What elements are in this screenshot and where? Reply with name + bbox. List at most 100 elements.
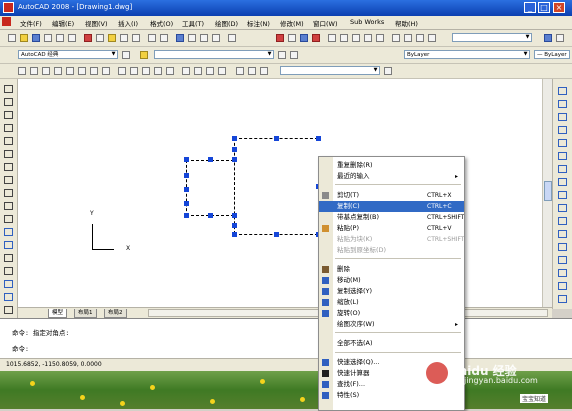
baseline-icon[interactable] (130, 67, 138, 75)
menu-item[interactable]: 复制选择(Y) (319, 286, 464, 297)
menu-item[interactable]: 剪切(T) CTRL+X (319, 190, 464, 201)
grip[interactable] (208, 213, 213, 218)
hyperlink-icon[interactable] (416, 34, 424, 42)
menu-item[interactable]: 旋转(O) (319, 308, 464, 319)
stretch-icon[interactable] (558, 191, 567, 199)
menu-dimension[interactable]: 标注(N) (247, 18, 270, 28)
color-combo[interactable]: ByLayer ▼ (404, 50, 530, 59)
menu-subworks[interactable]: Sub Works (350, 18, 384, 26)
zoom-window-icon[interactable] (200, 34, 208, 42)
layer-properties-icon[interactable] (140, 51, 148, 59)
jogged-linear-icon[interactable] (218, 67, 226, 75)
help-icon[interactable] (428, 34, 436, 42)
region-icon[interactable] (4, 293, 13, 301)
menu-item[interactable]: 最近的输入 ▸ (319, 171, 464, 182)
grip[interactable] (232, 157, 237, 162)
menu-format[interactable]: 格式(O) (150, 18, 173, 28)
grip[interactable] (232, 213, 237, 218)
ordinate-icon[interactable] (54, 67, 62, 75)
menu-modify[interactable]: 修改(M) (280, 18, 304, 28)
document-icon[interactable] (2, 17, 11, 26)
polygon-icon[interactable] (4, 124, 13, 132)
markup-icon[interactable] (312, 34, 320, 42)
properties-icon[interactable] (228, 34, 236, 42)
join-icon[interactable] (558, 256, 567, 264)
extend-icon[interactable] (558, 217, 567, 225)
dim-edit-icon[interactable] (236, 67, 244, 75)
match-prop-icon[interactable] (120, 34, 128, 42)
insert-block-icon[interactable] (4, 228, 13, 236)
zoom-previous-icon[interactable] (212, 34, 220, 42)
continue-icon[interactable] (142, 67, 150, 75)
menu-window[interactable]: 窗口(W) (313, 18, 338, 28)
break-icon[interactable] (166, 67, 174, 75)
menu-view[interactable]: 视图(V) (85, 18, 108, 28)
table-icon[interactable] (4, 306, 13, 314)
tool-palettes-icon[interactable] (288, 34, 296, 42)
circle-icon[interactable] (4, 163, 13, 171)
menu-item[interactable]: 复制(C) CTRL+C (319, 201, 464, 212)
selected-line-left[interactable] (234, 138, 235, 234)
print-icon[interactable] (44, 34, 52, 42)
xref-icon[interactable] (404, 34, 412, 42)
spline-icon[interactable] (4, 189, 13, 197)
new-icon[interactable] (8, 34, 16, 42)
undo-icon[interactable] (148, 34, 156, 42)
space-icon[interactable] (154, 67, 162, 75)
erase-icon[interactable] (558, 87, 567, 95)
grip[interactable] (232, 223, 237, 228)
scroll-thumb[interactable] (544, 181, 552, 201)
arrow-icon[interactable] (544, 34, 552, 42)
table-icon[interactable] (340, 34, 348, 42)
autocad-app-icon[interactable] (3, 2, 14, 13)
make-current-icon[interactable] (278, 51, 286, 59)
grip[interactable] (232, 136, 237, 141)
tab-layout1[interactable]: 布局1 (74, 309, 97, 318)
menu-edit[interactable]: 编辑(E) (52, 18, 74, 28)
open-icon[interactable] (20, 34, 28, 42)
save-icon[interactable] (32, 34, 40, 42)
redo-icon[interactable] (160, 34, 168, 42)
menu-help[interactable]: 帮助(H) (395, 18, 418, 28)
grip[interactable] (184, 157, 189, 162)
revcloud-icon[interactable] (4, 176, 13, 184)
publish-icon[interactable] (68, 34, 76, 42)
break-icon[interactable] (558, 243, 567, 251)
explode-icon[interactable] (558, 295, 567, 303)
pan-icon[interactable] (176, 34, 184, 42)
menu-insert[interactable]: 插入(I) (118, 18, 138, 28)
quick-dim-icon[interactable] (118, 67, 126, 75)
command-prompt[interactable]: 命令: (12, 343, 29, 353)
scale-icon[interactable] (558, 178, 567, 186)
design-center-icon[interactable] (276, 34, 284, 42)
gradient-icon[interactable] (4, 280, 13, 288)
move-icon[interactable] (558, 152, 567, 160)
paste-icon[interactable] (108, 34, 116, 42)
close-button[interactable]: × (553, 2, 565, 13)
grip[interactable] (274, 232, 279, 237)
dim-text-edit-icon[interactable] (248, 67, 256, 75)
hatch-icon[interactable] (4, 267, 13, 275)
text-icon[interactable] (364, 34, 372, 42)
dim-style-combo[interactable]: ▼ (280, 66, 380, 75)
grip[interactable] (184, 173, 189, 178)
cut-icon[interactable] (84, 34, 92, 42)
menu-item[interactable]: 带基点复制(B) CTRL+SHIFT+C (319, 212, 464, 223)
rectangle-icon[interactable] (4, 137, 13, 145)
linetype-combo[interactable]: — ByLayer (534, 50, 570, 59)
menu-item[interactable]: 缩放(L) (319, 297, 464, 308)
image-icon[interactable] (376, 34, 384, 42)
grip[interactable] (208, 157, 213, 162)
settings-icon[interactable] (556, 34, 564, 42)
menu-draw[interactable]: 绘图(D) (215, 18, 238, 28)
grip[interactable] (274, 136, 279, 141)
minimize-button[interactable]: _ (524, 2, 536, 13)
aligned-dim-icon[interactable] (30, 67, 38, 75)
layer-combo[interactable]: ▼ (154, 50, 274, 59)
ellipse-icon[interactable] (4, 202, 13, 210)
construction-line-icon[interactable] (4, 98, 13, 106)
rotate-icon[interactable] (558, 165, 567, 173)
menu-item[interactable]: 粘贴(P) CTRL+V (319, 223, 464, 234)
tab-model[interactable]: 模型 (48, 309, 68, 318)
workspace-settings-icon[interactable] (122, 51, 130, 59)
